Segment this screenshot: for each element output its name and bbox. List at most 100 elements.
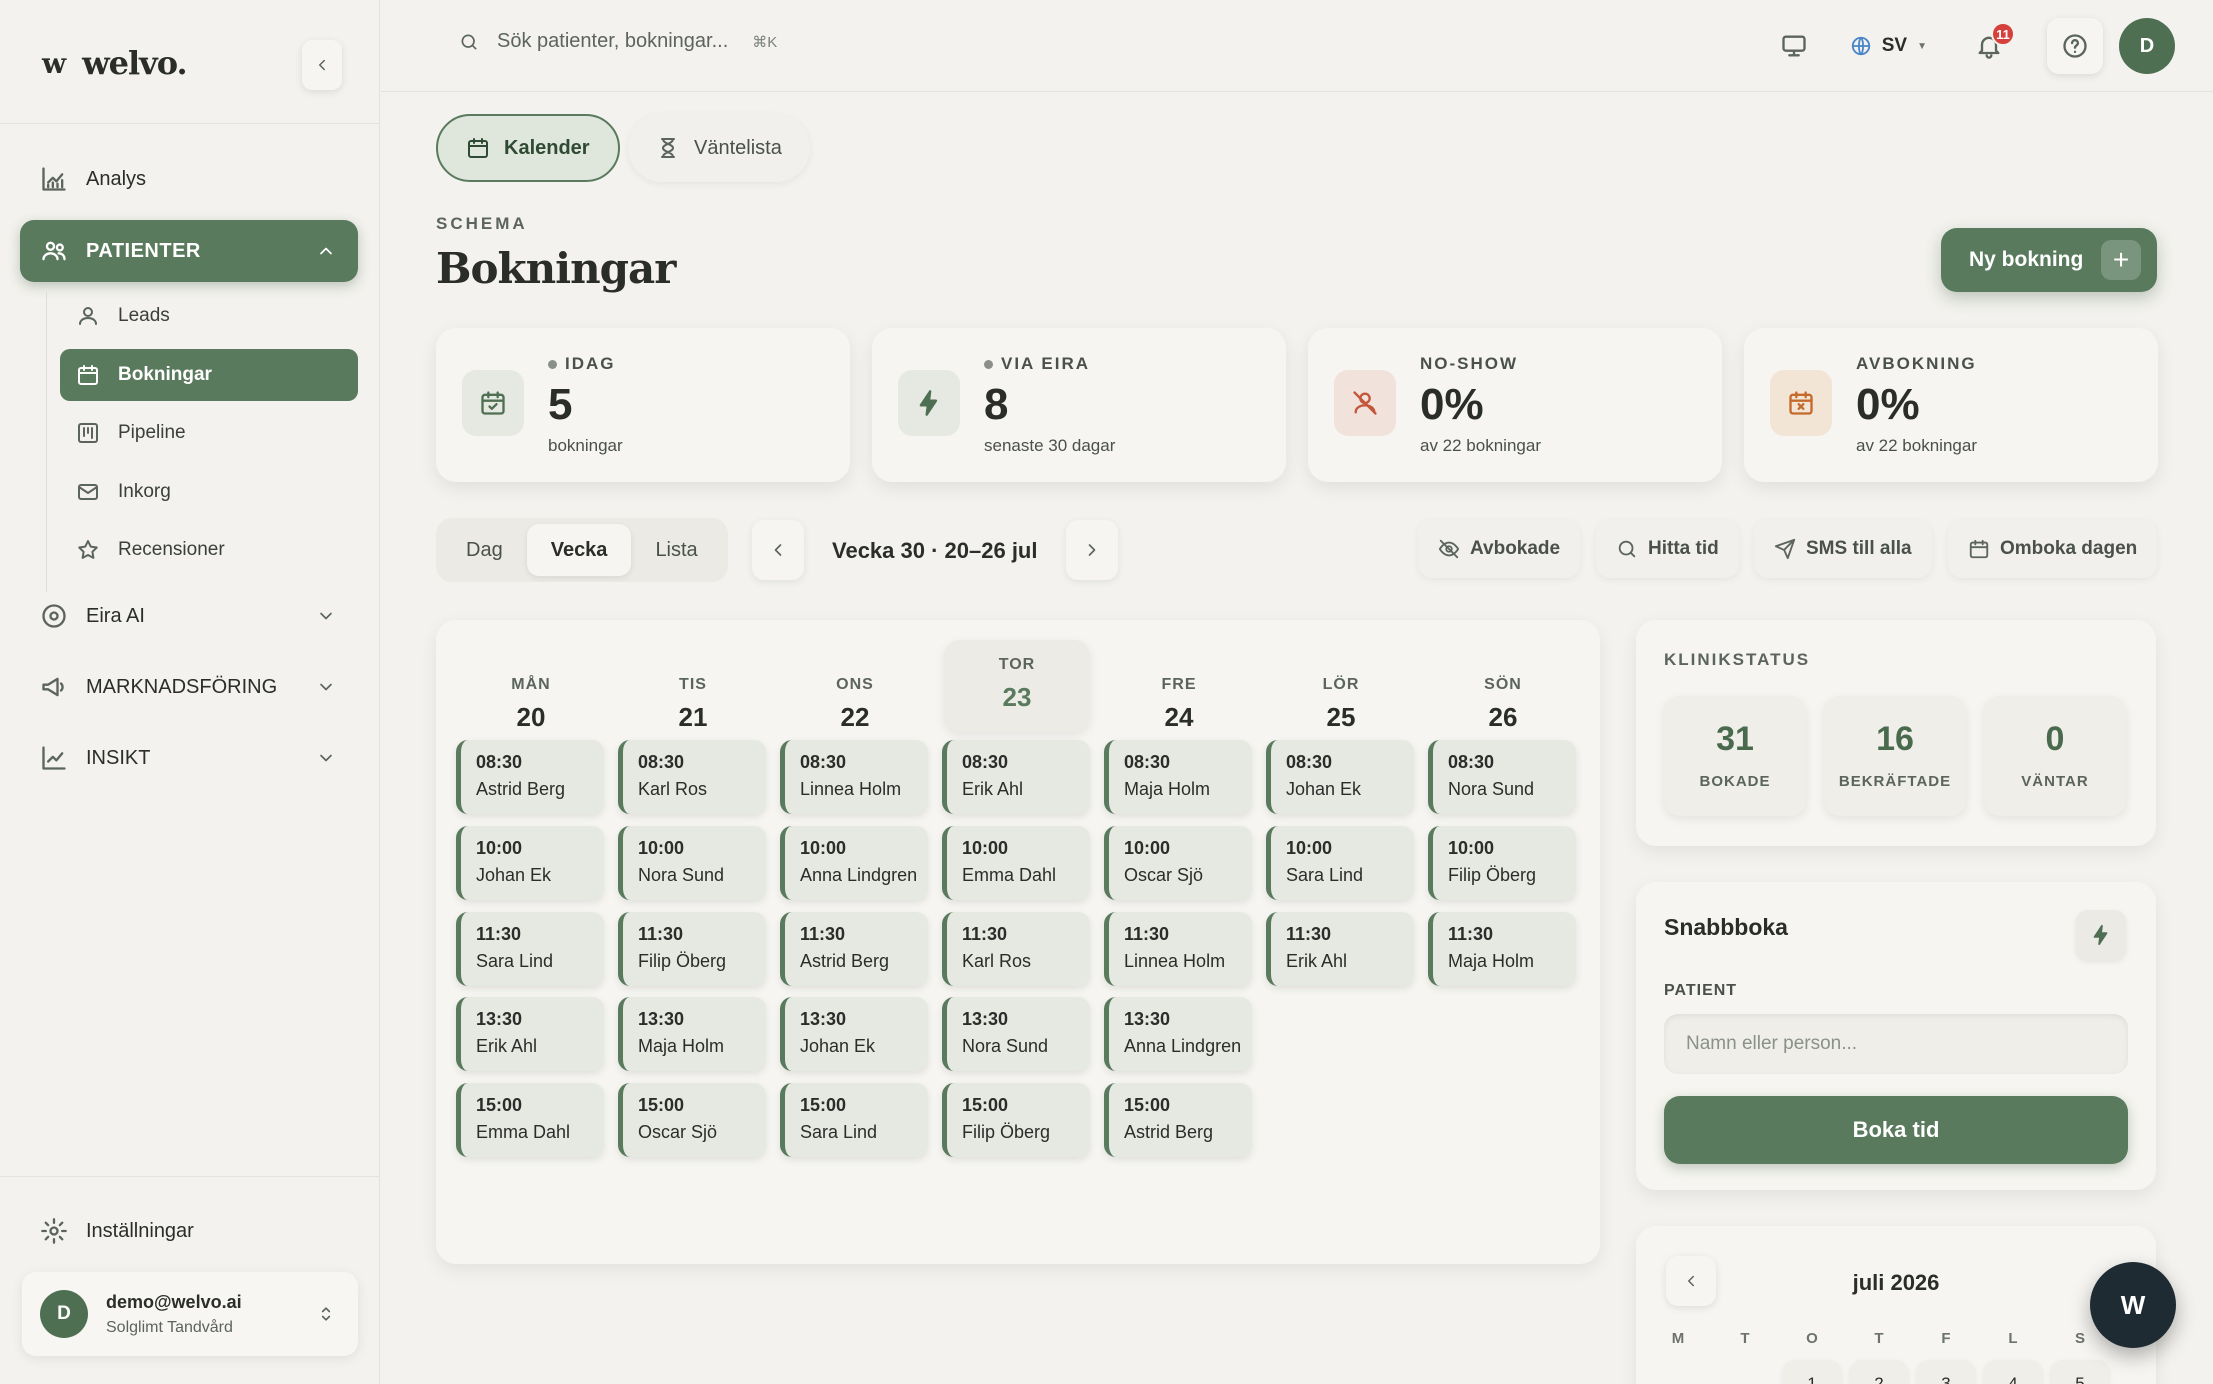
brand-mark: w [42,46,66,80]
status-box-vantar: 0 VÄNTAR [1984,696,2126,816]
sidebar-item-patienter[interactable]: PATIENTER [20,220,358,282]
brand-logo[interactable]: w welvo. [42,44,188,82]
sidebar-item-installningar[interactable]: Inställningar [20,1210,358,1252]
next-week-button[interactable] [1066,520,1118,580]
month-day[interactable]: 2 [1850,1360,1908,1384]
button-label: Omboka dagen [2000,538,2138,559]
sidebar-item-analys[interactable]: Analys [20,158,358,200]
day-header-21[interactable]: TIS 21 [620,640,766,732]
users-icon [42,241,66,261]
booking-card[interactable]: 11:30 Erik Ahl [1266,912,1414,986]
view-vecka[interactable]: Vecka [526,524,632,576]
booking-card[interactable]: 08:30 Johan Ek [1266,740,1414,814]
booking-card[interactable]: 11:30 Maja Holm [1428,912,1576,986]
find-time-button[interactable]: Hitta tid [1596,520,1739,578]
weekday-label: T [1874,1330,1884,1347]
monitor-icon[interactable] [1780,32,1808,60]
booking-card[interactable]: 08:30 Nora Sund [1428,740,1576,814]
day-header-25[interactable]: LÖR 25 [1268,640,1414,732]
notifications-button[interactable]: 11 [1975,22,2015,60]
month-day[interactable]: 4 [1984,1360,2042,1384]
month-day[interactable]: 1 [1783,1360,1841,1384]
booking-card[interactable]: 10:00 Sara Lind [1266,826,1414,900]
sms-all-button[interactable]: SMS till alla [1754,520,1932,578]
sidebar-subitem-inkorg[interactable]: Inkorg [60,466,358,518]
booking-card[interactable]: 11:30 Astrid Berg [780,912,928,986]
day-header-22[interactable]: ONS 22 [782,640,928,732]
rebook-day-button[interactable]: Omboka dagen [1948,520,2158,578]
day-header-24[interactable]: FRE 24 [1106,640,1252,732]
booking-card[interactable]: 10:00 Filip Öberg [1428,826,1576,900]
sidebar-item-marknadsforing[interactable]: MARKNADSFÖRING [20,666,358,708]
quick-book-icon-button[interactable] [2076,910,2126,960]
booking-card[interactable]: 11:30 Karl Ros [942,912,1090,986]
day-header-23[interactable]: TOR 23 [944,640,1090,732]
sidebar-subitem-leads[interactable]: Leads [60,290,358,342]
booking-card[interactable]: 10:00 Oscar Sjö [1104,826,1252,900]
chevron-updown-icon [321,1307,331,1321]
sidebar-subitem-bokningar[interactable]: Bokningar [60,349,358,401]
chevron-right-icon [1088,544,1096,556]
patient-input[interactable] [1664,1014,2128,1074]
booking-card[interactable]: 13:30 Maja Holm [618,997,766,1071]
week-label: Vecka 30 · 20–26 jul [832,538,1038,563]
booking-card[interactable]: 10:00 Emma Dahl [942,826,1090,900]
booking-card[interactable]: 11:30 Sara Lind [456,912,604,986]
tab-vantelista[interactable]: Väntelista [628,114,810,182]
sidebar-item-eira-ai[interactable]: Eira AI [20,595,358,637]
lightning-icon [919,390,938,416]
tab-kalender[interactable]: Kalender [436,114,620,182]
booking-card[interactable]: 08:30 Maja Holm [1104,740,1252,814]
booking-card[interactable]: 11:30 Linnea Holm [1104,912,1252,986]
booking-card[interactable]: 13:30 Erik Ahl [456,997,604,1071]
booking-card[interactable]: 13:30 Johan Ek [780,997,928,1071]
booking-card[interactable]: 08:30 Erik Ahl [942,740,1090,814]
prev-week-button[interactable] [752,520,804,580]
user-switcher[interactable]: D demo@welvo.ai Solglimt Tandvård [22,1272,358,1356]
day-header-26[interactable]: SÖN 26 [1430,640,1576,732]
tab-label: Kalender [504,136,590,159]
day-header-20[interactable]: MÅN 20 [458,640,604,732]
sidebar-subitem-pipeline[interactable]: Pipeline [60,407,358,459]
stat-card-idag: IDAG 5 bokningar [436,328,850,482]
month-day[interactable]: 5 [2051,1360,2109,1384]
month-day[interactable]: 3 [1917,1360,1975,1384]
booking-card[interactable]: 15:00 Astrid Berg [1104,1083,1252,1157]
booking-card[interactable]: 11:30 Filip Öberg [618,912,766,986]
language-selector[interactable]: SV ▼ [1850,35,1927,57]
booking-card[interactable]: 13:30 Anna Lindgren [1104,997,1252,1071]
booking-time: 11:30 [638,924,684,944]
profile-avatar[interactable]: D [2119,18,2175,74]
booking-card[interactable]: 08:30 Astrid Berg [456,740,604,814]
new-booking-button[interactable]: Ny bokning + [1941,228,2157,292]
sidebar-item-insikt[interactable]: INSIKT [20,737,358,779]
avbokade-button[interactable]: Avbokade [1418,520,1581,578]
booking-card[interactable]: 08:30 Linnea Holm [780,740,928,814]
booking-card[interactable]: 08:30 Karl Ros [618,740,766,814]
book-time-button[interactable]: Boka tid [1664,1096,2128,1164]
booking-card[interactable]: 10:00 Johan Ek [456,826,604,900]
search-input[interactable]: Sök patienter, bokningar... [497,30,728,53]
booking-card[interactable]: 10:00 Anna Lindgren [780,826,928,900]
booking-card[interactable]: 10:00 Nora Sund [618,826,766,900]
sidebar-subitem-recensioner[interactable]: Recensioner [60,524,358,576]
view-lista[interactable]: Lista [631,524,721,576]
divider [0,123,380,124]
status-dot [984,359,993,369]
collapse-sidebar-button[interactable] [302,40,342,90]
booking-card[interactable]: 15:00 Sara Lind [780,1083,928,1157]
divider [0,1176,380,1177]
booking-card[interactable]: 15:00 Emma Dahl [456,1083,604,1157]
booking-card[interactable]: 15:00 Filip Öberg [942,1083,1090,1157]
status-box-bekraftade: 16 BEKRÄFTADE [1824,696,1966,816]
globe-icon [1851,36,1870,56]
sidebar-item-label: Inställningar [86,1219,194,1242]
assistant-fab[interactable]: W [2090,1262,2176,1348]
avatar: D [40,1290,88,1338]
calendar-icon [78,365,98,385]
help-button[interactable] [2047,18,2103,74]
booking-card[interactable]: 13:30 Nora Sund [942,997,1090,1071]
view-dag[interactable]: Dag [442,524,527,576]
booking-card[interactable]: 15:00 Oscar Sjö [618,1083,766,1157]
search-bar[interactable]: Sök patienter, bokningar... ⌘K [459,30,777,53]
